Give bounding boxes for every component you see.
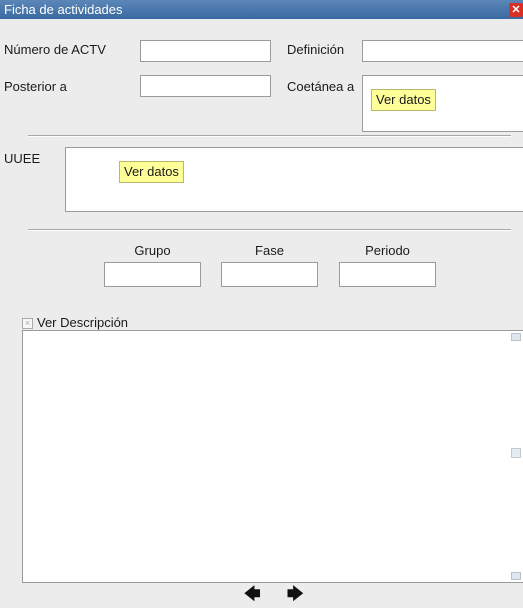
fase-label: Fase [255,243,284,258]
descripcion-textarea[interactable] [22,330,523,583]
grupo-input[interactable] [104,262,201,287]
separator [28,135,511,137]
grupo-label: Grupo [134,243,171,258]
scroll-down-arrow[interactable] [511,572,521,580]
periodo-label: Periodo [365,243,410,258]
close-button[interactable]: ✕ [509,3,523,17]
separator [28,229,511,231]
scroll-up-arrow[interactable] [511,333,521,341]
coetanea-ver-datos-button[interactable]: Ver datos [371,89,436,111]
uuee-ver-datos-button[interactable]: Ver datos [119,161,184,183]
coetanea-a-label: Coetánea a [287,79,355,94]
scrollbar[interactable] [511,333,521,580]
close-icon: ✕ [511,4,521,16]
arrow-left-icon: 🡄 [244,586,261,603]
uuee-label: UUEE [4,151,41,166]
arrow-right-icon: 🡆 [287,586,304,603]
numero-actv-input[interactable] [140,40,271,62]
fase-input[interactable] [221,262,318,287]
definicion-label: Definición [287,42,345,57]
scroll-thumb[interactable] [511,448,521,458]
previous-button[interactable]: 🡄 [244,587,261,603]
numero-actv-label: Número de ACTV [4,42,106,57]
definicion-input[interactable] [362,40,523,62]
ver-descripcion-checkbox[interactable]: × [22,318,33,329]
posterior-a-input[interactable] [140,75,271,97]
descripcion-text [23,331,523,339]
next-button[interactable]: 🡆 [287,587,304,603]
window-title: Ficha de actividades [4,2,123,17]
posterior-a-label: Posterior a [4,79,67,94]
periodo-input[interactable] [339,262,436,287]
ver-descripcion-label: Ver Descripción [37,315,129,330]
